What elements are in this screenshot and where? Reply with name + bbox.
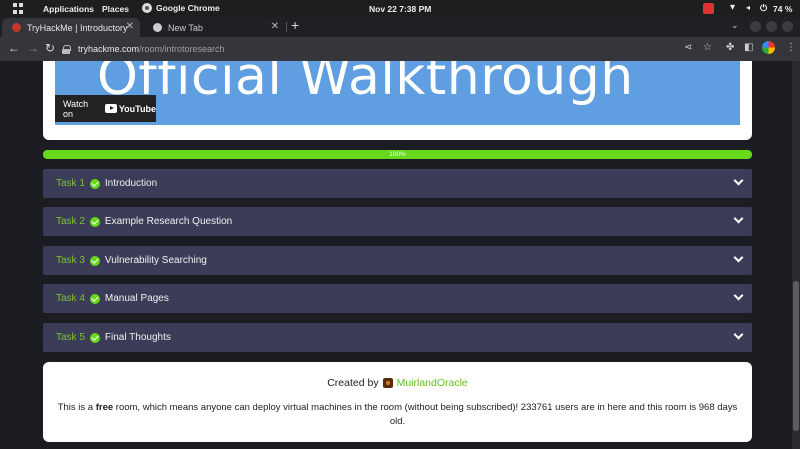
tab-new-tab[interactable]: New Tab ✕ <box>143 18 285 37</box>
tab-tryhackme[interactable]: TryHackMe | Introductory ✕ <box>2 18 140 37</box>
share-icon[interactable]: ⋖ <box>684 42 692 53</box>
completed-check-icon <box>89 255 100 266</box>
completed-check-icon <box>89 216 100 227</box>
page-scrollbar[interactable] <box>792 61 800 449</box>
room-info-free: free <box>95 402 114 413</box>
minimize-window-button[interactable] <box>750 21 761 32</box>
reload-icon[interactable]: ↻ <box>45 41 55 55</box>
wifi-icon[interactable]: ▾ <box>730 2 735 13</box>
created-by-label: Created by <box>327 377 379 389</box>
task-row-3[interactable]: Task 3 Vulnerability Searching <box>43 246 752 275</box>
places-menu[interactable]: Places <box>102 4 129 14</box>
video-title: Official Walkthrough <box>97 61 634 107</box>
room-description: This is a free room, which means anyone … <box>57 401 738 429</box>
power-icon[interactable]: ⏻ <box>760 3 767 14</box>
applications-menu[interactable]: Applications <box>43 4 94 14</box>
chevron-down-icon[interactable] <box>733 252 744 263</box>
task-title: Manual Pages <box>104 293 169 304</box>
chevron-down-icon[interactable] <box>733 290 744 301</box>
chrome-icon <box>142 3 152 13</box>
chevron-down-icon[interactable] <box>733 213 744 224</box>
task-row-2[interactable]: Task 2 Example Research Question <box>43 207 752 236</box>
room-info-card: Created by MuirlandOracle This is a free… <box>43 362 752 442</box>
tab-separator <box>286 22 287 32</box>
completed-check-icon <box>89 178 100 189</box>
url-host: tryhackme.com <box>78 44 140 54</box>
browser-tab-strip: TryHackMe | Introductory ✕ New Tab ✕ + ⌄ <box>0 17 800 37</box>
youtube-logo: YouTube <box>104 103 156 114</box>
task-row-4[interactable]: Task 4 Manual Pages <box>43 284 752 313</box>
volume-icon[interactable]: ◂ <box>746 3 750 12</box>
watch-on-youtube-button[interactable]: Watch on YouTube <box>55 95 156 122</box>
progress-label: 100% <box>389 151 406 158</box>
tryhackme-favicon-icon <box>12 23 21 32</box>
active-app-name: Google Chrome <box>156 3 220 13</box>
room-info-prefix: This is a <box>57 402 96 413</box>
task-title: Vulnerability Searching <box>104 255 207 266</box>
back-arrow-icon[interactable]: ← <box>8 41 20 55</box>
task-title: Introduction <box>104 178 158 189</box>
address-bar[interactable]: tryhackme.com/room/introtoresearch <box>62 40 662 58</box>
task-number: Task 1 <box>56 178 85 189</box>
extensions-puzzle-icon[interactable]: ✤ <box>726 42 734 53</box>
completed-check-icon <box>89 293 100 304</box>
task-number: Task 3 <box>56 255 85 266</box>
tab-title: TryHackMe | Introductory <box>27 22 128 33</box>
maximize-window-button[interactable] <box>766 21 777 32</box>
system-top-bar: Applications Places Google Chrome Nov 22… <box>0 0 800 17</box>
browser-toolbar: ← → ↻ tryhackme.com/room/introtoresearch… <box>0 37 800 61</box>
task-row-5[interactable]: Task 5 Final Thoughts <box>43 323 752 352</box>
chevron-down-icon[interactable] <box>733 175 744 186</box>
task-title: Example Research Question <box>104 216 233 227</box>
room-progress-bar: 100% <box>43 150 752 159</box>
close-window-button[interactable] <box>782 21 793 32</box>
room-info-suffix: room, which means anyone can deploy virt… <box>113 402 738 427</box>
chevron-down-icon[interactable] <box>733 329 744 340</box>
activities-grid-icon[interactable] <box>13 3 24 14</box>
battery-indicator[interactable]: 74 % <box>773 4 792 14</box>
active-app-menu[interactable]: Google Chrome <box>142 3 220 13</box>
task-number: Task 2 <box>56 216 85 227</box>
task-number: Task 5 <box>56 332 85 343</box>
clock[interactable]: Nov 22 7:38 PM <box>369 4 431 14</box>
close-tab-icon[interactable]: ✕ <box>126 21 134 32</box>
watch-on-label: Watch on <box>63 98 89 119</box>
chrome-favicon-icon <box>153 23 162 32</box>
close-tab-icon[interactable]: ✕ <box>271 21 279 32</box>
youtube-wordmark: YouTube <box>118 103 156 114</box>
lock-icon[interactable] <box>62 44 71 54</box>
video-card: Official Walkthrough Watch on YouTube <box>43 61 752 140</box>
page-content: Official Walkthrough Watch on YouTube 10… <box>0 61 800 449</box>
created-by-line: Created by MuirlandOracle <box>43 377 752 389</box>
tab-title: New Tab <box>168 22 203 33</box>
tab-search-icon[interactable]: ⌄ <box>731 20 739 31</box>
author-link[interactable]: MuirlandOracle <box>397 377 468 389</box>
tray-app-icon[interactable] <box>703 3 714 14</box>
side-panel-icon[interactable]: ◧ <box>744 42 753 53</box>
youtube-play-icon <box>104 104 117 113</box>
forward-arrow-icon[interactable]: → <box>27 41 39 55</box>
youtube-embed[interactable]: Official Walkthrough Watch on YouTube <box>55 61 740 125</box>
completed-check-icon <box>89 332 100 343</box>
menu-kebab-icon[interactable]: ⋮ <box>786 42 796 53</box>
author-avatar[interactable] <box>382 378 393 388</box>
scrollbar-thumb[interactable] <box>793 281 799 431</box>
profile-avatar[interactable] <box>762 41 775 54</box>
new-tab-plus-icon[interactable]: + <box>291 17 299 33</box>
task-title: Final Thoughts <box>104 332 171 343</box>
task-number: Task 4 <box>56 293 85 304</box>
task-row-1[interactable]: Task 1 Introduction <box>43 169 752 198</box>
bookmark-star-icon[interactable]: ☆ <box>703 42 712 53</box>
url-path: /room/introtoresearch <box>139 44 225 54</box>
